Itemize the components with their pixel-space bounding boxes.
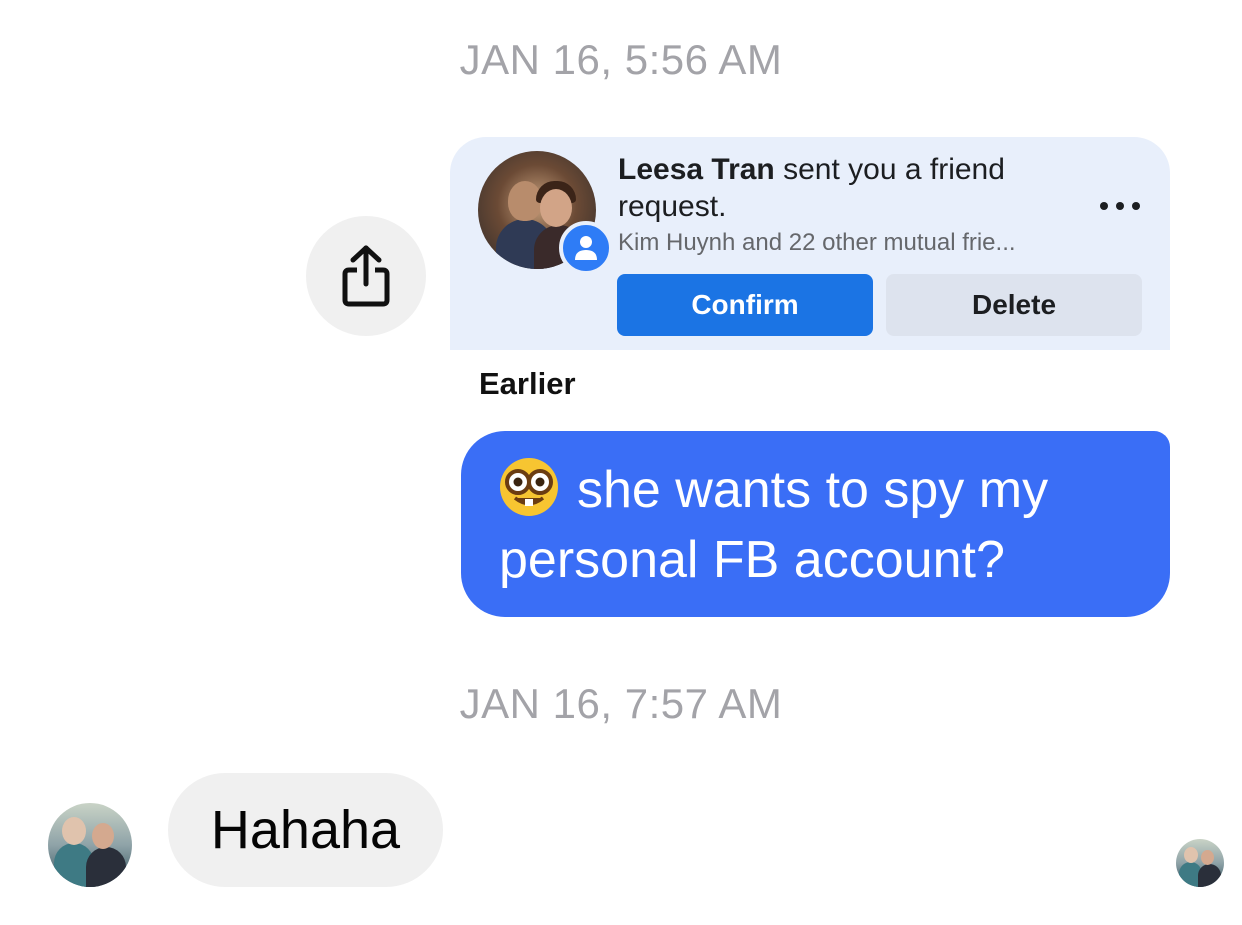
incoming-message-text: Hahaha [210,800,401,860]
nerd-face-emoji-icon [499,457,559,517]
requester-name: Leesa Tran [618,153,775,186]
shared-friend-request-screenshot[interactable]: Leesa Tran sent you a friend request. Ki… [450,137,1170,350]
message-thread: JAN 16, 5:56 AM Leesa Tran sent you a fr… [0,0,1242,925]
read-receipt-avatar [1176,839,1224,887]
section-heading-earlier: Earlier [479,366,576,401]
share-icon [342,245,390,307]
share-button[interactable] [306,216,426,336]
confirm-button[interactable]: Confirm [617,274,873,336]
person-icon [559,221,613,275]
friend-request-text: Leesa Tran sent you a friend request. [618,151,1058,225]
incoming-message-bubble[interactable]: Hahaha [168,773,443,887]
contact-avatar[interactable] [48,803,132,887]
outgoing-message-text: she wants to spy my personal FB account? [499,461,1049,589]
delete-button[interactable]: Delete [886,274,1142,336]
mutual-friends-text: Kim Huynh and 22 other mutual frie... [618,229,1016,256]
more-horizontal-icon[interactable] [1100,199,1140,213]
timestamp: JAN 16, 5:56 AM [459,36,783,83]
outgoing-message-bubble[interactable]: she wants to spy my personal FB account? [461,431,1170,617]
timestamp: JAN 16, 7:57 AM [459,680,783,727]
